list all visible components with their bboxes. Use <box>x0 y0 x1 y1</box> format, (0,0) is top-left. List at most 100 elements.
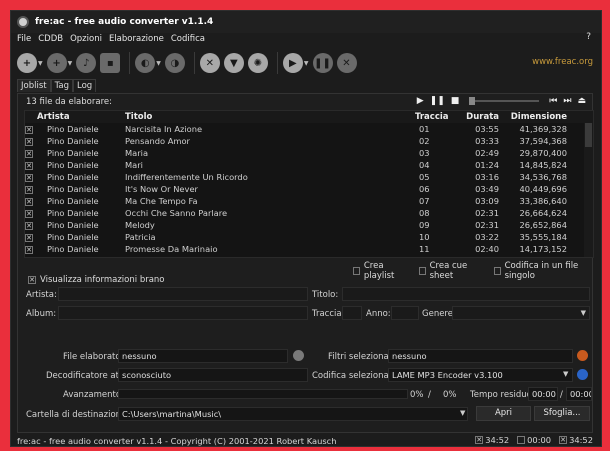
checkbox[interactable] <box>353 267 360 275</box>
album-field[interactable] <box>58 306 308 320</box>
start-encoding-icon[interactable]: ▶ <box>282 53 303 73</box>
filters-config-icon[interactable] <box>577 350 588 361</box>
track-info-toggle[interactable]: ✕ Visualizza informazioni brano <box>28 275 165 285</box>
help-menu[interactable]: ? <box>586 32 591 42</box>
open-button[interactable]: Apri <box>476 406 531 421</box>
slider-thumb[interactable] <box>469 97 476 105</box>
checkbox[interactable]: ✕ <box>25 162 33 170</box>
chevron-down-icon[interactable]: ▼ <box>156 60 161 67</box>
destination-field[interactable]: C:\Users\martina\Music\ <box>118 407 468 421</box>
encoder-label: Codifica selezionata: <box>312 371 401 381</box>
eject-icon[interactable]: ⏏ <box>577 96 586 106</box>
add-cd-icon[interactable]: + <box>46 53 67 73</box>
tab-joblist[interactable]: Joblist <box>17 79 51 92</box>
menu-encode[interactable]: Codifica <box>171 34 205 44</box>
checkbox[interactable]: ✕ <box>25 174 33 182</box>
row-track: 02 <box>419 136 430 146</box>
stop-encoding-icon[interactable]: ✕ <box>336 53 357 73</box>
tab-log[interactable]: Log <box>72 79 97 92</box>
year-field[interactable] <box>391 306 419 320</box>
row-checkbox[interactable]: ✕ <box>25 184 37 194</box>
vertical-scrollbar[interactable] <box>584 123 593 257</box>
chevron-down-icon[interactable]: ▼ <box>563 370 568 378</box>
header-size[interactable]: Dimensione <box>503 112 571 122</box>
table-row[interactable]: ✕ Pino Daniele Occhi Che Sanno Parlare 08 02… <box>25 207 593 219</box>
table-row[interactable]: ✕ Pino Daniele Maria 03 02:49 29,870,400 <box>25 147 593 159</box>
table-row[interactable]: ✕ Pino Daniele Patricia 10 03:22 35,555,184 <box>25 231 593 243</box>
create-cuesheet-option[interactable]: Crea cue sheet <box>418 261 482 281</box>
row-checkbox[interactable]: ✕ <box>25 244 37 254</box>
browse-button[interactable]: Sfoglia... <box>534 406 590 421</box>
encoder-dropdown[interactable]: LAME MP3 Encoder v3.100 <box>388 368 573 382</box>
row-checkbox[interactable]: ✕ <box>25 208 37 218</box>
row-checkbox[interactable]: ✕ <box>25 196 37 206</box>
playback-slider[interactable] <box>469 97 540 105</box>
header-title[interactable]: Titolo <box>125 112 415 122</box>
chevron-down-icon[interactable]: ▼ <box>38 60 43 67</box>
row-checkbox[interactable]: ✕ <box>25 160 37 170</box>
previous-track-icon[interactable]: ⏮ <box>549 96 557 106</box>
table-row[interactable]: ✕ Pino Daniele It's Now Or Never 06 03:49 40,… <box>25 183 593 195</box>
cddb-query-icon[interactable]: ◐ <box>135 53 156 73</box>
encoder-config-icon[interactable] <box>577 369 588 380</box>
checkbox[interactable]: ✕ <box>25 198 33 206</box>
checkbox[interactable]: ✕ <box>28 276 36 284</box>
pause-icon[interactable]: ❚❚ <box>430 96 445 106</box>
table-row[interactable]: ✕ Pino Daniele Pensando Amor 02 03:33 37,594,… <box>25 135 593 147</box>
row-track: 09 <box>419 220 430 230</box>
website-link[interactable]: www.freac.org <box>532 57 593 67</box>
menu-file[interactable]: File <box>17 34 31 44</box>
title-field[interactable] <box>342 287 590 301</box>
checkbox[interactable]: ✕ <box>25 138 33 146</box>
checkbox[interactable]: ✕ <box>25 150 33 158</box>
header-track[interactable]: Traccia <box>415 112 451 122</box>
checkbox[interactable]: ✕ <box>25 246 33 254</box>
settings-tools-icon[interactable]: ✕ <box>199 53 220 73</box>
next-track-icon[interactable]: ⏭ <box>563 96 571 106</box>
row-checkbox[interactable]: ✕ <box>25 148 37 158</box>
stop-icon[interactable]: ■ <box>451 96 460 106</box>
row-checkbox[interactable]: ✕ <box>25 124 37 134</box>
row-checkbox[interactable]: ✕ <box>25 232 37 242</box>
menu-processing[interactable]: Elaborazione <box>109 34 164 44</box>
table-row[interactable]: ✕ Pino Daniele Narcisita In Azione 01 03:55 4… <box>25 123 593 135</box>
chevron-down-icon[interactable]: ▼ <box>304 60 309 67</box>
header-artist[interactable]: Artista <box>37 112 125 122</box>
table-row[interactable]: ✕ Pino Daniele Ma Che Tempo Fa 07 03:09 33,38… <box>25 195 593 207</box>
table-row[interactable]: ✕ Pino Daniele Melody 09 02:31 26,652,864 <box>25 219 593 231</box>
artist-field[interactable] <box>58 287 308 301</box>
row-checkbox[interactable]: ✕ <box>25 136 37 146</box>
table-row[interactable]: ✕ Pino Daniele Indifferentemente Un Ricord… <box>25 171 593 183</box>
checkbox[interactable] <box>493 267 501 275</box>
checkbox[interactable]: ✕ <box>25 126 33 134</box>
filter-icon[interactable]: ▼ <box>223 53 244 73</box>
menu-cddb[interactable]: CDDB <box>38 34 63 44</box>
chevron-down-icon[interactable]: ▼ <box>68 60 73 67</box>
row-checkbox[interactable]: ✕ <box>25 220 37 230</box>
checkbox[interactable]: ✕ <box>25 222 33 230</box>
checkbox[interactable] <box>418 267 426 275</box>
genre-dropdown[interactable]: ▼ <box>452 306 590 320</box>
track-field[interactable] <box>342 306 362 320</box>
header-duration[interactable]: Durata <box>451 112 503 122</box>
checkbox[interactable]: ✕ <box>25 186 33 194</box>
scrollbar-thumb[interactable] <box>585 123 592 147</box>
table-row[interactable]: ✕ Pino Daniele Mari 04 01:24 14,845,824 <box>25 159 593 171</box>
gear-icon[interactable]: ✺ <box>247 53 268 73</box>
pause-encoding-icon[interactable]: ❚❚ <box>312 53 333 73</box>
tab-tag[interactable]: Tag <box>50 79 73 92</box>
checkbox[interactable]: ✕ <box>25 210 33 218</box>
edit-icon[interactable] <box>293 350 304 361</box>
menu-options[interactable]: Opzioni <box>70 34 102 44</box>
checkbox[interactable]: ✕ <box>25 234 33 242</box>
chevron-down-icon[interactable]: ▼ <box>460 409 465 417</box>
play-icon[interactable]: ▶ <box>417 96 424 106</box>
cddb-submit-icon[interactable]: ◑ <box>164 53 185 73</box>
lock-icon[interactable]: ▪ <box>100 53 121 73</box>
create-playlist-option[interactable]: Crea playlist <box>353 261 407 281</box>
row-checkbox[interactable]: ✕ <box>25 172 37 182</box>
single-file-option[interactable]: Codifica in un file singolo <box>493 261 592 281</box>
table-row[interactable]: ✕ Pino Daniele Promesse Da Marinaio 11 02:40… <box>25 243 593 255</box>
remove-icon[interactable]: ♪ <box>76 53 97 73</box>
add-files-icon[interactable]: + <box>17 53 37 73</box>
